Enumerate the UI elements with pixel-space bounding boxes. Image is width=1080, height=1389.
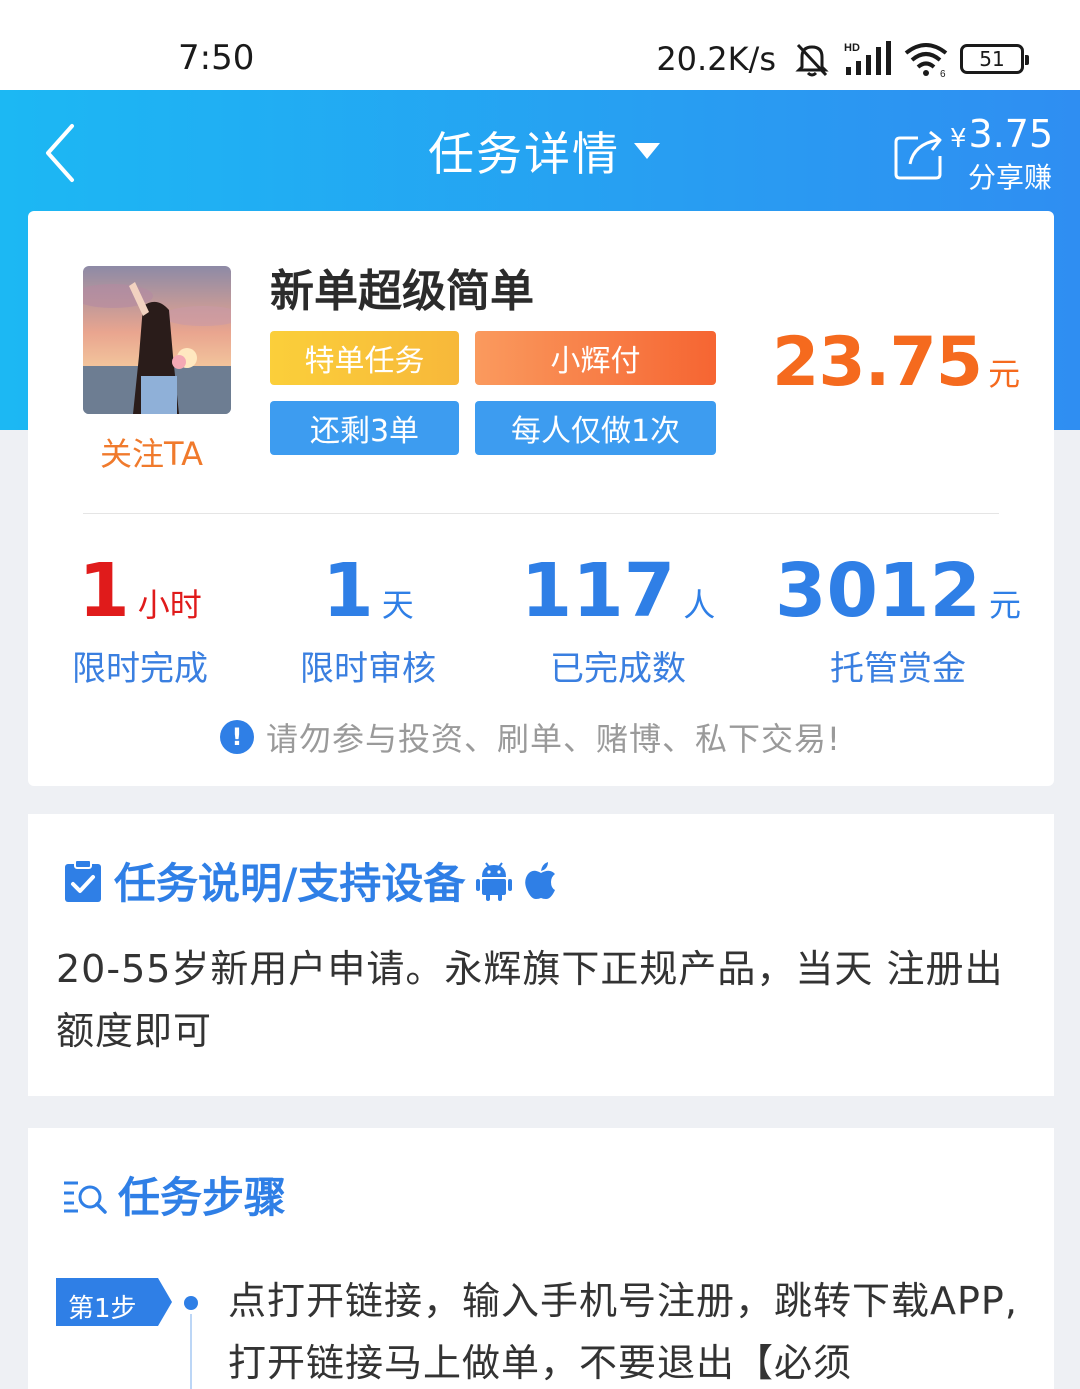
status-time: 7:50 — [178, 38, 255, 78]
status-bar: 7:50 20.2K/s HD 6 51 — [0, 0, 1080, 90]
share-amount: ¥3.75 — [950, 112, 1053, 156]
stat-value: 1 — [322, 548, 374, 634]
step-timeline — [190, 1314, 192, 1389]
network-speed: 20.2K/s — [656, 40, 776, 78]
stat-unit: 人 — [683, 586, 716, 624]
wifi-icon: 6 — [904, 43, 948, 79]
task-steps-card: 任务步骤 第1步 点打开链接，输入手机号注册，跳转下载APP,打开链接马上做单，… — [28, 1128, 1054, 1389]
stat-review-limit: 1天 限时审核 — [298, 551, 438, 690]
stat-label: 已完成数 — [550, 649, 686, 689]
mute-bell-icon — [795, 43, 829, 77]
stat-value: 117 — [520, 548, 676, 634]
stat-completed: 117 人 已完成数 — [521, 551, 715, 690]
divider — [83, 513, 999, 514]
tag-remaining: 还剩3单 — [270, 401, 459, 455]
step-dot — [184, 1296, 198, 1310]
share-icon — [894, 130, 942, 180]
task-summary-card: 关注TA 新单超级简单 特单任务 小辉付 还剩3单 每人仅做1次 23.75 元… — [28, 211, 1054, 786]
stat-value: 3012 — [775, 548, 981, 634]
stat-label: 限时完成 — [72, 649, 208, 689]
stat-unit: 小时 — [137, 586, 202, 624]
stat-value: 1 — [78, 548, 130, 634]
description-text: 20-55岁新用户申请。永辉旗下正规产品，当天 注册出额度即可 — [56, 947, 1004, 1053]
apple-icon — [525, 861, 556, 899]
share-currency: ¥ — [950, 124, 967, 154]
stat-unit: 天 — [381, 586, 414, 624]
stat-unit: 元 — [988, 586, 1021, 624]
tag-limit: 每人仅做1次 — [475, 401, 716, 455]
share-label: 分享赚 — [968, 161, 1053, 194]
step-text: 点打开链接，输入手机号注册，跳转下载APP,打开链接马上做单，不要退出【必须 — [228, 1279, 1018, 1385]
price-unit: 元 — [988, 355, 1021, 393]
clipboard-check-icon — [65, 858, 101, 902]
stat-label: 限时审核 — [300, 649, 436, 689]
publisher-avatar[interactable] — [83, 266, 231, 414]
share-earn-button[interactable]: ¥3.75 分享赚 — [892, 112, 1053, 194]
warning-notice: ! 请勿参与投资、刷单、赌博、私下交易! — [220, 714, 841, 760]
search-list-icon — [64, 1181, 107, 1214]
description-header: 任务说明/支持设备 — [62, 850, 559, 911]
share-amount-value: 3.75 — [968, 112, 1054, 156]
task-title: 新单超级简单 — [270, 266, 534, 317]
step-badge-label: 第1步 — [68, 1294, 137, 1324]
android-icon — [476, 861, 513, 901]
price-value: 23.75 — [772, 323, 983, 402]
status-icons: 20.2K/s HD 6 51 — [656, 36, 1029, 82]
stat-time-limit: 1 小时 限时完成 — [70, 551, 210, 690]
svg-text:HD: HD — [844, 42, 860, 54]
description-title: 任务说明/支持设备 — [114, 859, 466, 908]
battery-icon: 51 — [960, 44, 1029, 74]
exclamation-icon: ! — [220, 720, 254, 754]
tag-special-task: 特单任务 — [270, 331, 459, 385]
follow-button[interactable]: 关注TA — [100, 429, 203, 475]
steps-title: 任务步骤 — [118, 1173, 287, 1222]
page-title-dropdown[interactable]: 任务详情 — [428, 118, 662, 184]
stat-escrow-bounty: 3012 元 托管赏金 — [775, 551, 1021, 690]
avatar-image — [83, 266, 231, 414]
warning-text: 请勿参与投资、刷单、赌博、私下交易! — [266, 720, 841, 758]
stat-label: 托管赏金 — [830, 649, 966, 689]
signal-icon: HD — [844, 41, 891, 75]
reward-price: 23.75 元 — [772, 323, 1020, 402]
svg-text:6: 6 — [940, 69, 946, 79]
task-description-card: 任务说明/支持设备 20-55岁新用户申请。永辉旗下正规产品，当天 注册出额度即… — [28, 814, 1054, 1096]
caret-down-icon — [634, 143, 660, 159]
back-arrow-icon[interactable] — [38, 118, 98, 188]
tag-payment: 小辉付 — [475, 331, 716, 385]
page-title: 任务详情 — [428, 127, 620, 181]
steps-header: 任务步骤 — [62, 1164, 286, 1225]
